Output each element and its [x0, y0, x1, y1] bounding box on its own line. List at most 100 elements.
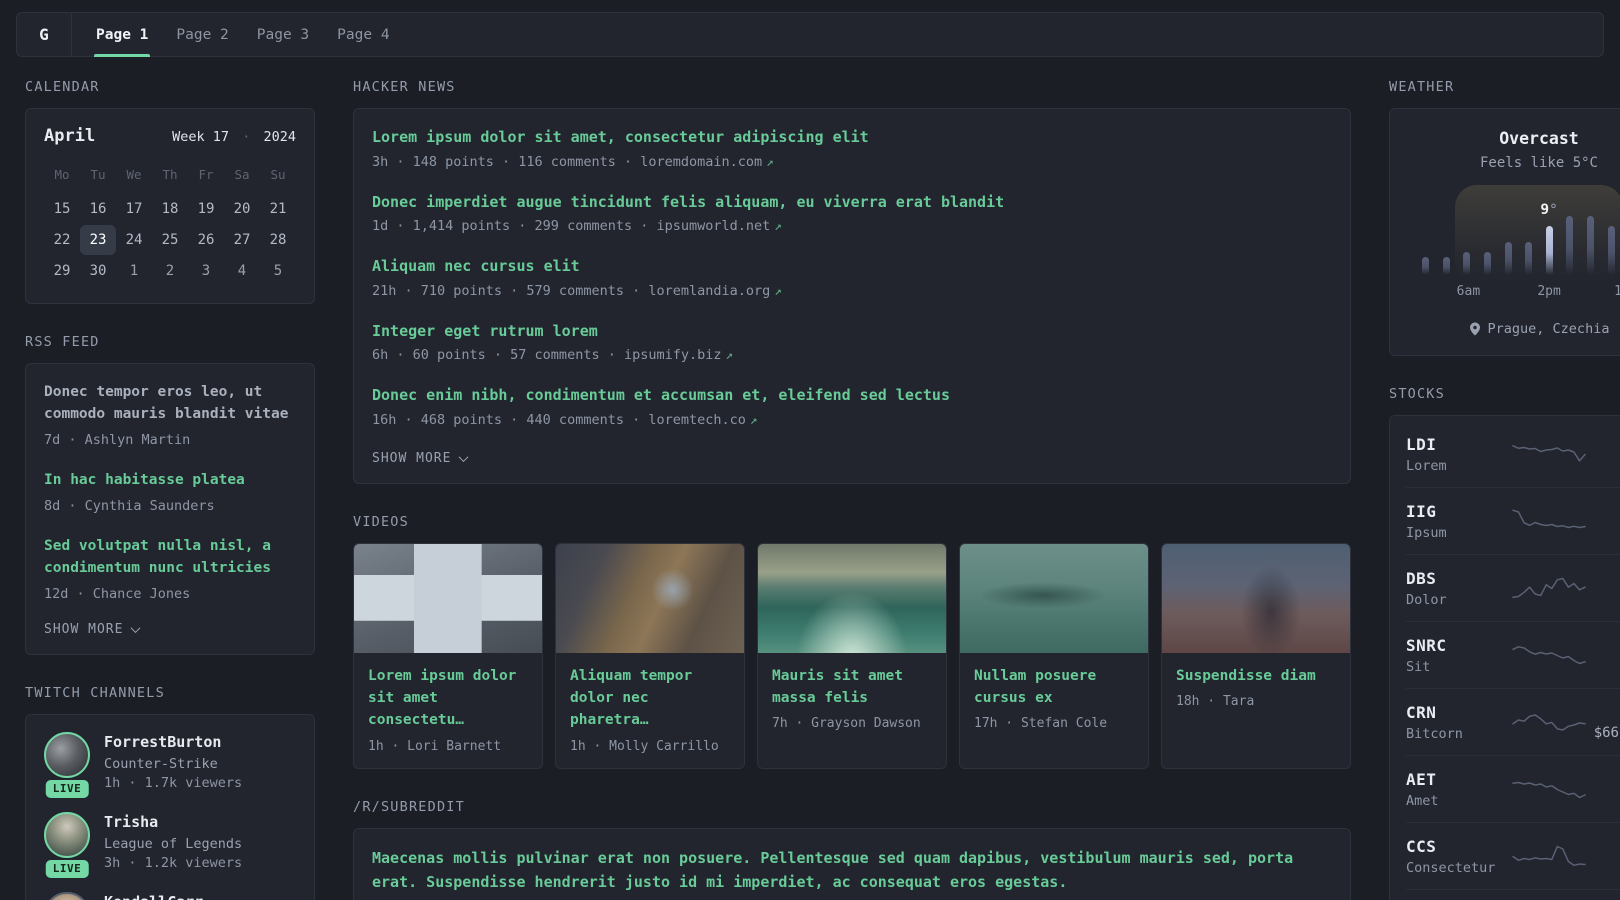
calendar-card: April Week 17 · 2024 Mo Tu We Th Fr Sa Su 15 16 1… [25, 108, 315, 304]
rss-item-title[interactable]: Donec tempor eros leo, ut commodo mauris… [44, 381, 296, 426]
weather-feels-like: Feels like 5°C [1479, 155, 1598, 171]
tab-page-4[interactable]: Page 4 [323, 13, 403, 56]
stocks-heading: STOCKS [1389, 386, 1445, 402]
calendar-day[interactable]: 3 [188, 256, 224, 286]
hackernews-item-meta: 3h · 148 points · 116 comments · loremdo… [372, 154, 1332, 170]
external-link-icon: ↗ [749, 411, 758, 427]
calendar-day[interactable]: 27 [224, 225, 260, 255]
stock-sparkline [1512, 573, 1586, 603]
stock-row[interactable]: DBS Dolor +1.42% $156.28 [1406, 554, 1620, 621]
hackernews-item-title[interactable]: Donec imperdiet augue tincidunt felis al… [372, 191, 1332, 214]
tab-page-1[interactable]: Page 1 [82, 13, 162, 57]
tab-page-2[interactable]: Page 2 [162, 13, 242, 56]
source-domain-link[interactable]: loremdomain.com [640, 154, 762, 170]
twitch-channel-meta: 3h · 1.2k viewers [104, 855, 243, 872]
calendar-day[interactable]: 20 [224, 194, 260, 224]
stock-row[interactable]: IIG Ipsum +2.84% $42.04 [1406, 487, 1620, 554]
twitch-channel-row[interactable]: LIVE ForrestBurton Counter-Strike 1h · 1… [44, 732, 296, 799]
avatar [44, 812, 90, 859]
rss-item-title[interactable]: In hac habitasse platea [44, 469, 296, 491]
stock-sparkline [1512, 707, 1586, 737]
app-logo[interactable]: G [17, 13, 72, 56]
rss-item-meta: 8d · Cynthia Saunders [44, 497, 215, 514]
weather-axis-label: 6am [1456, 284, 1481, 299]
video-card[interactable]: Aliquam tempor dolor nec pharetra… 1h · … [555, 542, 745, 769]
hackernews-item-title[interactable]: Integer eget rutrum lorem [372, 320, 1332, 343]
video-card[interactable]: Suspendisse diam 18h · Tara [1161, 542, 1351, 769]
stock-values: +2.84% $42.04 [1586, 502, 1620, 540]
hackernews-item-meta: 21h · 710 points · 579 comments · loreml… [372, 283, 1332, 299]
calendar-day[interactable]: 22 [44, 225, 80, 255]
stock-id: SNRC Sit [1406, 636, 1512, 675]
weather-card: Overcast Feels like 5°C 9° 6am 2pm 10pm Pra… [1389, 108, 1620, 356]
calendar-day[interactable]: 28 [260, 225, 296, 255]
stock-row[interactable]: AET Amet +0.92% $499.72 [1406, 755, 1620, 822]
twitch-channel-info: Trisha League of Legends 3h · 1.2k viewe… [104, 812, 242, 871]
calendar-day[interactable]: 24 [116, 225, 152, 255]
calendar-day[interactable]: 21 [260, 194, 296, 224]
twitch-channel-info: ForrestBurton Counter-Strike 1h · 1.7k v… [104, 732, 242, 791]
video-card[interactable]: Mauris sit amet massa felis 7h · Grayson… [757, 542, 947, 769]
calendar-day[interactable]: 15 [44, 194, 80, 224]
stock-values: +4.35% $795.18 [1586, 435, 1620, 473]
video-meta: 1h · Lori Barnett [368, 738, 502, 754]
source-domain-link[interactable]: ipsumworld.net [656, 218, 770, 234]
video-card[interactable]: Nullam posuere cursus ex 17h · Stefan Co… [959, 542, 1149, 769]
weather-axis-label: 2pm [1537, 284, 1561, 299]
tab-page-3[interactable]: Page 3 [243, 13, 323, 56]
video-title: Nullam posuere cursus ex [974, 667, 1097, 706]
stock-row[interactable]: CCS Consectetur +0.51% $165.84 [1406, 822, 1620, 889]
calendar-day[interactable]: 18 [152, 194, 188, 224]
hackernews-item-title[interactable]: Aliquam nec cursus elit [372, 255, 1332, 278]
calendar-week-number: 17 [212, 129, 230, 145]
calendar-day[interactable]: 26 [188, 225, 224, 255]
subreddit-post-title[interactable]: Maecenas mollis pulvinar erat non posuer… [372, 846, 1332, 894]
temperature-bars [1422, 213, 1620, 275]
rss-card: Donec tempor eros leo, ut commodo mauris… [25, 363, 315, 656]
video-card-body: Lorem ipsum dolor sit amet consectetu… 1… [354, 653, 542, 768]
calendar-weekday: Th [162, 167, 178, 182]
video-meta: 7h · Grayson Dawson [772, 716, 921, 732]
rss-show-more-button[interactable]: SHOW MORE [44, 622, 141, 637]
calendar-header: April Week 17 · 2024 [44, 126, 296, 146]
calendar-day[interactable]: 5 [260, 256, 296, 286]
stock-row[interactable]: SNRC Sit +1.36% $148.64 [1406, 621, 1620, 688]
hackernews-item: Lorem ipsum dolor sit amet, consectetur … [372, 126, 1332, 170]
hackernews-show-more-button[interactable]: SHOW MORE [372, 450, 469, 466]
calendar-day[interactable]: 2 [152, 256, 188, 286]
rss-item-title[interactable]: Sed volutpat nulla nisl, a condimentum n… [44, 535, 296, 580]
video-card[interactable]: Lorem ipsum dolor sit amet consectetu… 1… [353, 542, 543, 769]
hackernews-section: HACKER NEWS Lorem ipsum dolor sit amet, … [353, 79, 1351, 484]
twitch-avatar-wrap [44, 892, 90, 900]
calendar-day[interactable]: 1 [116, 256, 152, 286]
stock-name: Sit [1406, 658, 1431, 675]
video-meta: 17h · Stefan Cole [974, 716, 1108, 732]
calendar-day[interactable]: 16 [80, 194, 116, 224]
stock-row[interactable]: AHS +0.46% [1406, 889, 1620, 900]
calendar-day[interactable]: 30 [80, 256, 116, 286]
stock-name: Amet [1406, 792, 1439, 809]
page-content: CALENDAR April Week 17 · 2024 Mo Tu We Th Fr… [0, 79, 1620, 900]
source-domain-link[interactable]: loremlandia.org [648, 283, 770, 299]
calendar-weekday: Fr [198, 167, 214, 182]
meta-text: 16h · 468 points · 440 comments · [372, 411, 649, 428]
show-more-label: SHOW MORE [372, 450, 452, 466]
stock-row[interactable]: LDI Lorem +4.35% $795.18 [1406, 421, 1620, 487]
twitch-channel-row[interactable]: KendallCarr [44, 892, 296, 900]
twitch-section: TWITCH CHANNELS LIVE ForrestBurton Count… [25, 685, 315, 900]
external-link-icon: ↗ [774, 218, 782, 233]
twitch-channel-row[interactable]: LIVE Trisha League of Legends 3h · 1.2k … [44, 812, 296, 879]
calendar-day[interactable]: 19 [188, 194, 224, 224]
calendar-day[interactable]: 25 [152, 225, 188, 255]
source-domain-link[interactable]: loremtech.co [648, 412, 746, 428]
stock-row[interactable]: CRN Bitcorn -1.00% $66,171.48 [1406, 688, 1620, 755]
calendar-day[interactable]: 4 [224, 256, 260, 286]
hackernews-item-title[interactable]: Lorem ipsum dolor sit amet, consectetur … [372, 126, 1332, 149]
calendar-day[interactable]: 17 [116, 194, 152, 224]
stock-change: +1.36% [1586, 636, 1620, 654]
location-pin-icon [1469, 322, 1480, 336]
calendar-day-selected[interactable]: 23 [80, 225, 116, 255]
source-domain-link[interactable]: ipsumify.biz [624, 347, 722, 363]
hackernews-item-title[interactable]: Donec enim nibh, condimentum et accumsan… [372, 384, 1332, 407]
calendar-day[interactable]: 29 [44, 256, 80, 286]
